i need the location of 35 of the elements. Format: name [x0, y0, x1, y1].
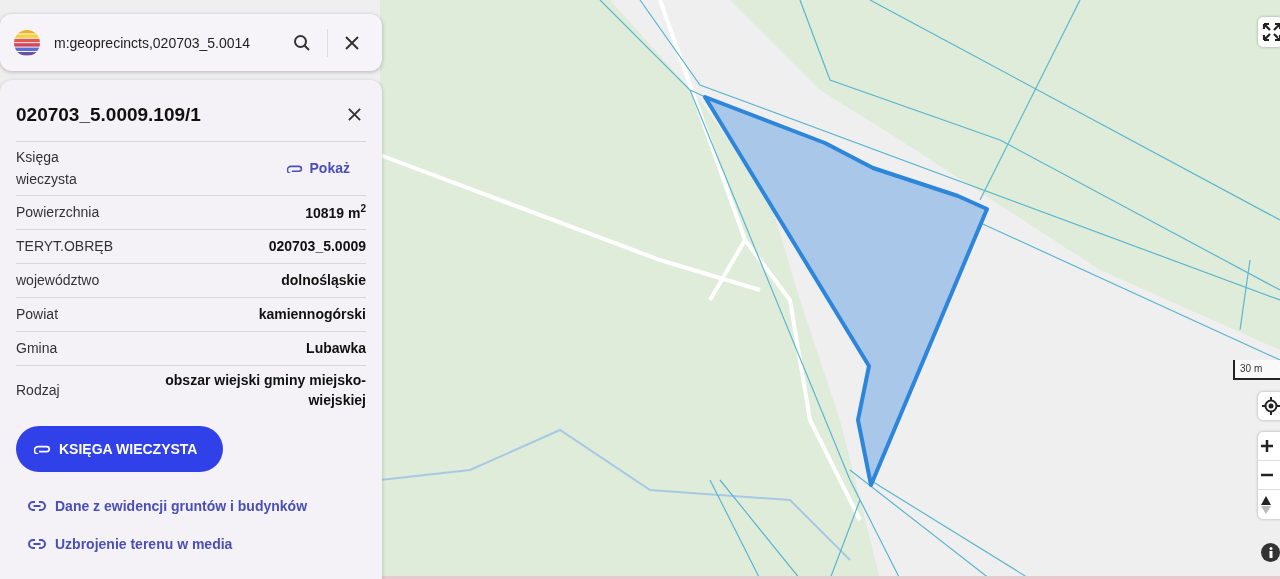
property-value: Lubawka: [306, 339, 366, 359]
search-icon: [293, 33, 311, 52]
search-field[interactable]: m:geoprecincts,020703_5.0014: [52, 33, 277, 52]
fullscreen-button[interactable]: [1258, 17, 1280, 47]
property-label: Księga wieczysta: [16, 148, 78, 190]
info-link[interactable]: Uzbrojenie terenu w media: [28, 536, 366, 553]
app-logo-icon: [14, 29, 40, 56]
property-value: obszar wiejski gminy miejsko-wiejskiej: [164, 370, 366, 411]
close-icon: [344, 34, 360, 51]
locate-icon: [1262, 397, 1280, 415]
locate-button[interactable]: [1258, 392, 1280, 420]
paperclip-icon: [34, 444, 51, 455]
property-label: Powiat: [16, 305, 59, 325]
plus-icon: [1260, 439, 1274, 453]
compass-icon: [1260, 494, 1272, 515]
close-icon: [347, 107, 362, 122]
link-icon: [28, 501, 46, 512]
property-label: Gmina: [16, 339, 58, 359]
property-value: kamiennogórski: [258, 305, 366, 325]
property-label: Rodzaj: [16, 380, 60, 400]
property-label: województwo: [16, 271, 100, 291]
fullscreen-icon: [1262, 22, 1280, 42]
link-icon: [28, 539, 46, 550]
show-link[interactable]: Pokaż: [286, 160, 350, 177]
parcel-title: 020703_5.0009.109/1: [16, 103, 201, 126]
property-value: 10819 m$^{2}$: [305, 201, 366, 223]
property-value: 020703_5.0009: [268, 237, 366, 257]
property-label: TERYT.OBRĘB: [16, 237, 113, 257]
property-label: Powierzchnia: [16, 203, 100, 223]
paperclip-icon: [286, 163, 303, 174]
land-register-button[interactable]: KSIĘGA WIECZYSTA: [16, 426, 224, 473]
scale-bar: 30 m: [1233, 360, 1280, 380]
info-link[interactable]: Dane z ewidencji gruntów i budynków: [28, 498, 366, 515]
property-value: dolnośląskie: [281, 271, 366, 291]
parcel-highlight[interactable]: [703, 95, 989, 487]
